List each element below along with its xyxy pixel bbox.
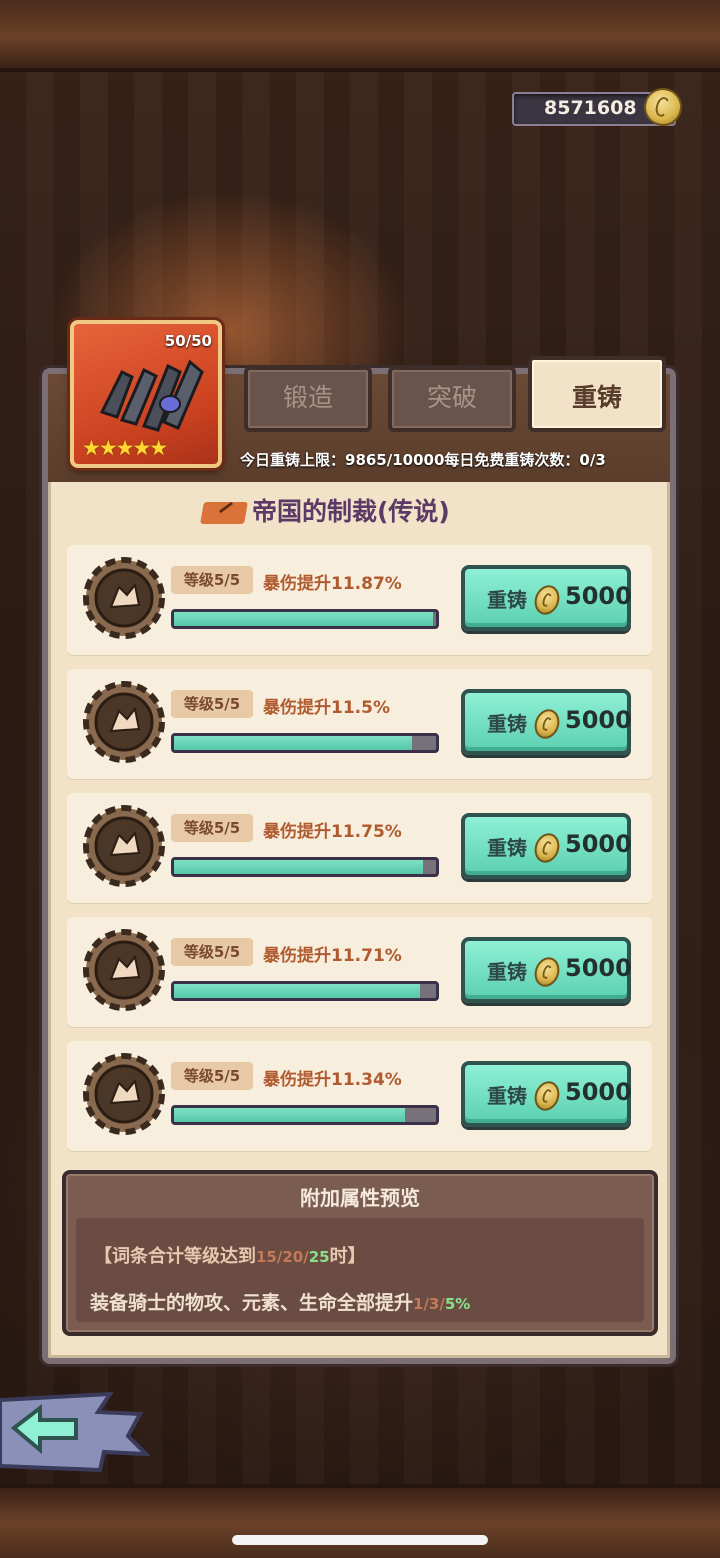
crit-damage-gear-icon	[83, 805, 165, 887]
bonus-preview-panel: 附加属性预览 【词条合计等级达到15/20/25时】 装备骑士的物攻、元素、生命…	[62, 1170, 658, 1336]
set-title: 帝国的制裁(传说)	[200, 492, 450, 528]
recast-label: 重铸	[487, 712, 527, 736]
rarity-stars: ★★★★★	[82, 436, 168, 460]
crit-damage-gear-icon	[83, 929, 165, 1011]
set-title-text: 帝国的制裁(传说)	[252, 497, 450, 526]
recast-label: 重铸	[487, 960, 527, 984]
affix-progress-bar	[171, 981, 439, 1001]
gold-counter: 8571608	[512, 83, 687, 131]
condition-current-threshold: 25	[308, 1248, 330, 1266]
affix-level: 等级5/5	[171, 566, 253, 594]
tab-forge[interactable]: 锻造	[244, 366, 372, 432]
condition-thresholds: 15/20/	[256, 1248, 309, 1266]
effect-current-value: 5%	[444, 1295, 471, 1313]
recast-button[interactable]: 重铸 5000	[461, 1061, 632, 1127]
affix-row: 等级5/5 暴伤提升11.71% 重铸 5000	[67, 917, 652, 1027]
affix-level: 等级5/5	[171, 690, 253, 718]
recast-label: 重铸	[487, 836, 527, 860]
preview-body: 【词条合计等级达到15/20/25时】 装备骑士的物攻、元素、生命全部提升1/3…	[76, 1218, 644, 1322]
top-wood-beam	[0, 0, 720, 72]
crit-damage-gear-icon	[83, 1053, 165, 1135]
iron-claw-gauntlet-icon	[99, 359, 204, 432]
affix-row: 等级5/5 暴伤提升11.34% 重铸 5000	[67, 1041, 652, 1151]
affix-progress-fill	[174, 736, 413, 750]
back-button[interactable]	[0, 1392, 150, 1472]
affix-stat: 暴伤提升11.5%	[263, 698, 390, 718]
affix-row: 等级5/5 暴伤提升11.75% 重铸 5000	[67, 793, 652, 903]
preview-title: 附加属性预览	[300, 1186, 420, 1210]
preview-condition: 【词条合计等级达到15/20/25时】	[94, 1242, 366, 1268]
effect-values: 1/3/	[413, 1295, 445, 1313]
affix-progress-bar	[171, 857, 439, 877]
affix-progress-bar	[171, 733, 439, 753]
recast-limits: 今日重铸上限：9865/10000每日免费重铸次数：0/3	[240, 451, 606, 469]
recast-cost: 5000	[565, 1078, 632, 1106]
crit-damage-gear-icon	[83, 681, 165, 763]
item-level: 50/50	[164, 332, 212, 350]
condition-prefix: 【词条合计等级达到	[94, 1246, 256, 1267]
affix-progress-fill	[174, 984, 421, 998]
affix-stat: 暴伤提升11.75%	[263, 822, 402, 842]
bottom-wood-beam	[0, 1484, 720, 1558]
equipment-slot[interactable]: 50/50 ★★★★★	[70, 320, 222, 468]
gold-coin-icon	[530, 829, 564, 867]
gold-coin-icon	[530, 953, 564, 991]
recast-cost: 5000	[565, 830, 632, 858]
recast-label: 重铸	[487, 1084, 527, 1108]
affix-level: 等级5/5	[171, 938, 253, 966]
tab-recast[interactable]: 重铸	[528, 356, 666, 432]
gold-amount: 8571608	[544, 97, 637, 119]
gold-coin-icon	[530, 581, 564, 619]
affix-row: 等级5/5 暴伤提升11.5% 重铸 5000	[67, 669, 652, 779]
recast-button[interactable]: 重铸 5000	[461, 813, 632, 879]
affix-stat: 暴伤提升11.71%	[263, 946, 402, 966]
recast-button[interactable]: 重铸 5000	[461, 689, 632, 755]
recast-button[interactable]: 重铸 5000	[461, 565, 632, 631]
affix-stat: 暴伤提升11.34%	[263, 1070, 402, 1090]
recast-cost: 5000	[565, 582, 632, 610]
affix-row: 等级5/5 暴伤提升11.87% 重铸 5000	[67, 545, 652, 655]
home-indicator	[232, 1535, 488, 1545]
recast-label: 重铸	[487, 588, 527, 612]
condition-suffix: 时】	[329, 1246, 366, 1267]
affix-level: 等级5/5	[171, 814, 253, 842]
affix-progress-fill	[174, 1108, 405, 1122]
crit-damage-gear-icon	[83, 557, 165, 639]
preview-effect: 装备骑士的物攻、元素、生命全部提升1/3/5%	[90, 1288, 470, 1315]
tab-breakthrough[interactable]: 突破	[388, 366, 516, 432]
recast-button[interactable]: 重铸 5000	[461, 937, 632, 1003]
sword-banner-icon	[200, 502, 248, 524]
affix-progress-fill	[174, 612, 434, 626]
affix-progress-fill	[174, 860, 423, 874]
gold-coin-icon	[530, 705, 564, 743]
affix-progress-bar	[171, 1105, 439, 1125]
effect-prefix: 装备骑士的物攻、元素、生命全部提升	[90, 1292, 414, 1314]
affix-level: 等级5/5	[171, 1062, 253, 1090]
recast-cost: 5000	[565, 706, 632, 734]
affix-progress-bar	[171, 609, 439, 629]
gold-coin-icon	[530, 1077, 564, 1115]
affix-stat: 暴伤提升11.87%	[263, 574, 402, 594]
recast-cost: 5000	[565, 954, 632, 982]
